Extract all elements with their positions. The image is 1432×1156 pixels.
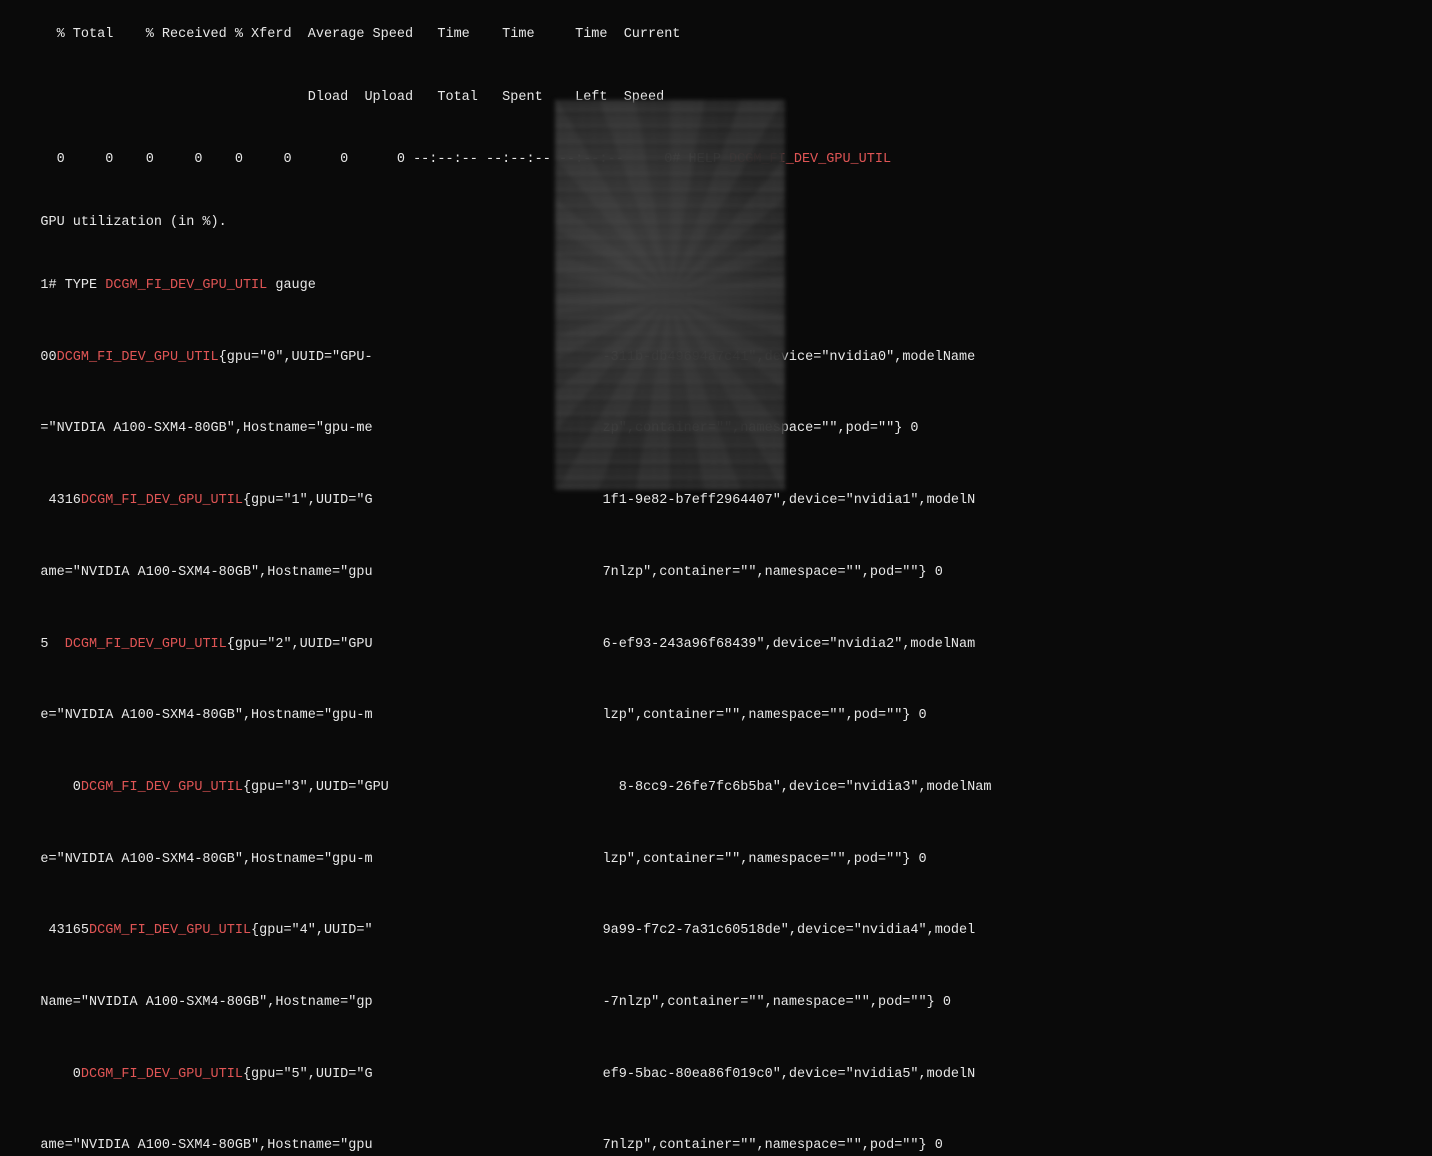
gpu-util-text: GPU utilization (in %). xyxy=(40,215,226,230)
gpu5-prefix: 0 xyxy=(40,1067,81,1082)
gpu1-labels-left: {gpu="1",UUID="G xyxy=(243,493,373,508)
gpu4-line-b: Name="NVIDIA A100-SXM4-80GB",Hostname="g… xyxy=(8,963,1424,1035)
gpu1-line-b: ame="NVIDIA A100-SXM4-80GB",Hostname="gp… xyxy=(8,533,1424,605)
gpu2-labels-right: 6-ef93-243a96f68439",device="nvidia2",mo… xyxy=(603,636,976,651)
gpu5-labels-left: {gpu="5",UUID="G xyxy=(243,1067,373,1082)
gpu1-hostname-left: ame="NVIDIA A100-SXM4-80GB",Hostname="gp… xyxy=(40,565,372,580)
gpu5-hostname-right: 7nlzp",container="",namespace="",pod=""}… xyxy=(603,1138,943,1153)
gpu4-line-a: 43165DCGM_FI_DEV_GPU_UTIL{gpu="4",UUID="… xyxy=(8,891,1424,963)
gpu5-metric: DCGM_FI_DEV_GPU_UTIL xyxy=(81,1067,243,1082)
gpu2-line-b: e="NVIDIA A100-SXM4-80GB",Hostname="gpu-… xyxy=(8,676,1424,748)
gpu2-hostname-right: lzp",container="",namespace="",pod=""} 0 xyxy=(603,708,927,723)
gpu1-hostname-right: 7nlzp",container="",namespace="",pod=""}… xyxy=(603,565,943,580)
terminal-output: % Total % Received % Xferd Average Speed… xyxy=(0,0,1432,1156)
type-prefix: 1# TYPE xyxy=(40,278,105,293)
gpu5-line-a: 0DCGM_FI_DEV_GPU_UTIL{gpu="5",UUID="GRED… xyxy=(8,1035,1424,1107)
dcgm-type-keyword: DCGM_FI_DEV_GPU_UTIL xyxy=(105,278,267,293)
gpu3-line-b: e="NVIDIA A100-SXM4-80GB",Hostname="gpu-… xyxy=(8,820,1424,892)
type-gauge: gauge xyxy=(267,278,316,293)
gpu5-labels-right: ef9-5bac-80ea86f019c0",device="nvidia5",… xyxy=(603,1067,976,1082)
gpu0-metric: DCGM_FI_DEV_GPU_UTIL xyxy=(57,350,219,365)
redacted-overlay xyxy=(555,100,785,490)
gpu0-prefix: 00 xyxy=(40,350,56,365)
gpu3-metric: DCGM_FI_DEV_GPU_UTIL xyxy=(81,780,243,795)
gpu3-prefix: 0 xyxy=(40,780,81,795)
gpu2-prefix: 5 xyxy=(40,636,64,651)
gpu1-metric: DCGM_FI_DEV_GPU_UTIL xyxy=(81,493,243,508)
gpu5-hostname-left: ame="NVIDIA A100-SXM4-80GB",Hostname="gp… xyxy=(40,1138,372,1153)
gpu1-prefix: 4316 xyxy=(40,493,81,508)
gpu3-labels-left: {gpu="3",UUID="GPU xyxy=(243,780,389,795)
gpu0-labels-left: {gpu="0",UUID="GPU- xyxy=(219,350,373,365)
gpu2-line-a: 5 DCGM_FI_DEV_GPU_UTIL{gpu="2",UUID="GPU… xyxy=(8,605,1424,677)
gpu3-hostname-left: e="NVIDIA A100-SXM4-80GB",Hostname="gpu-… xyxy=(40,851,372,866)
curl-header-line1: % Total % Received % Xferd Average Speed… xyxy=(8,4,1424,67)
gpu1-labels-right: 1f1-9e82-b7eff2964407",device="nvidia1",… xyxy=(603,493,976,508)
gpu4-labels-left: {gpu="4",UUID=" xyxy=(251,923,373,938)
gpu4-prefix: 43165 xyxy=(40,923,89,938)
gpu4-labels-right: 9a99-f7c2-7a31c60518de",device="nvidia4"… xyxy=(603,923,976,938)
gpu3-labels-right: 8-8cc9-26fe7fc6b5ba",device="nvidia3",mo… xyxy=(619,780,992,795)
gpu0-hostname-left: ="NVIDIA A100-SXM4-80GB",Hostname="gpu-m… xyxy=(40,421,372,436)
gpu2-hostname-left: e="NVIDIA A100-SXM4-80GB",Hostname="gpu-… xyxy=(40,708,372,723)
gpu4-metric: DCGM_FI_DEV_GPU_UTIL xyxy=(89,923,251,938)
gpu2-metric: DCGM_FI_DEV_GPU_UTIL xyxy=(65,636,227,651)
gpu4-hostname-right: -7nlzp",container="",namespace="",pod=""… xyxy=(603,995,951,1010)
blur-inner xyxy=(555,100,785,490)
gpu4-hostname-left: Name="NVIDIA A100-SXM4-80GB",Hostname="g… xyxy=(40,995,372,1010)
gpu5-line-b: ame="NVIDIA A100-SXM4-80GB",Hostname="gp… xyxy=(8,1106,1424,1156)
gpu2-labels-left: {gpu="2",UUID="GPU xyxy=(227,636,373,651)
gpu3-line-a: 0DCGM_FI_DEV_GPU_UTIL{gpu="3",UUID="GPUR… xyxy=(8,748,1424,820)
gpu3-hostname-right: lzp",container="",namespace="",pod=""} 0 xyxy=(603,851,927,866)
header-text-1: % Total % Received % Xferd Average Speed… xyxy=(40,27,680,42)
